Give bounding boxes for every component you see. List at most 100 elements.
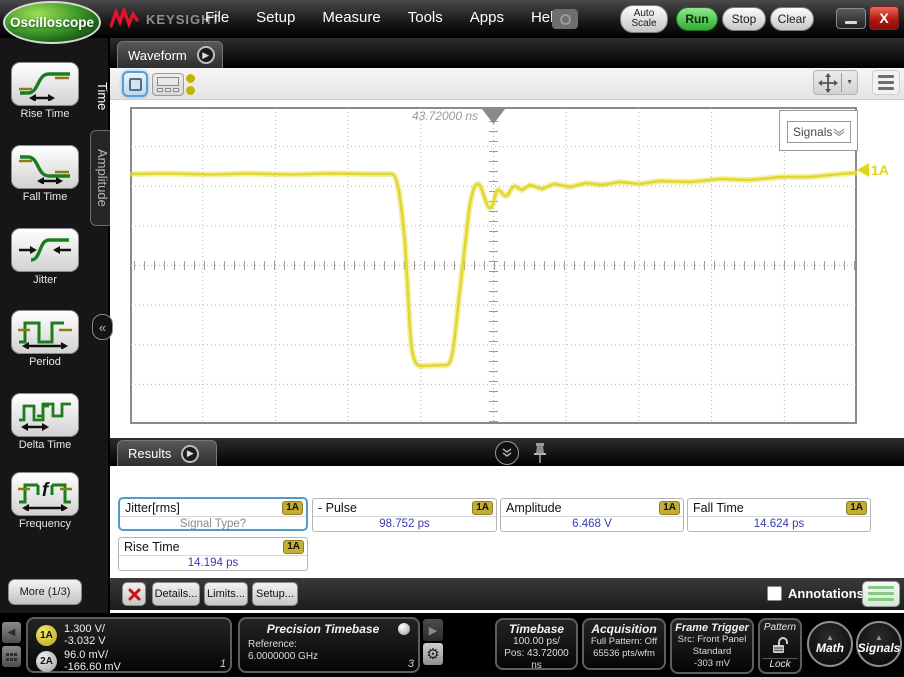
precision-timebase-title: Precision Timebase bbox=[248, 622, 398, 636]
measurement-value: 98.752 ps bbox=[313, 517, 496, 532]
menu-measure[interactable]: Measure bbox=[322, 9, 380, 26]
screenshot-camera-button[interactable] bbox=[552, 9, 578, 29]
menu-apps[interactable]: Apps bbox=[470, 9, 504, 26]
chevron-down-icon[interactable]: ▼ bbox=[842, 79, 857, 86]
chevron-left-icon: « bbox=[99, 320, 106, 335]
stop-button[interactable]: Stop bbox=[722, 7, 766, 31]
menubar: File Setup Measure Tools Apps Help bbox=[205, 9, 562, 26]
trigger-level: -303 mV bbox=[674, 658, 750, 670]
clear-button[interactable]: Clear bbox=[770, 7, 814, 31]
waveform-plot[interactable]: 43.72000 ns bbox=[130, 107, 857, 424]
single-view-icon bbox=[129, 78, 142, 91]
collapse-results-button[interactable] bbox=[495, 441, 519, 465]
result-card-rise-time[interactable]: Rise Time 1A 14.194 ps bbox=[118, 537, 308, 571]
signals-button[interactable]: ▲ Signals bbox=[856, 621, 902, 667]
fall-time-button[interactable] bbox=[11, 145, 79, 189]
channel-1a-marker[interactable]: 1A bbox=[857, 162, 889, 178]
signals-label: Signals bbox=[858, 641, 901, 655]
delete-measurement-button[interactable] bbox=[122, 582, 146, 606]
minimize-button[interactable] bbox=[836, 8, 866, 29]
statusbar-back-button[interactable]: ◀ bbox=[2, 622, 21, 643]
oscilloscope-app: KEYSIGHT File Setup Measure Tools Apps H… bbox=[0, 0, 904, 677]
run-button[interactable]: Run bbox=[676, 7, 718, 31]
svg-text:f: f bbox=[42, 480, 50, 501]
display-toggle-button[interactable] bbox=[862, 581, 900, 607]
result-card-pulse[interactable]: - Pulse 1A 98.752 ps bbox=[312, 498, 497, 532]
reference-label: Reference: bbox=[248, 639, 410, 651]
source-badge: 1A bbox=[659, 501, 680, 515]
period-label: Period bbox=[0, 356, 90, 368]
signals-dropdown[interactable]: Signals bbox=[787, 121, 851, 143]
result-card-jitter[interactable]: Jitter[rms] 1A Signal Type? bbox=[118, 497, 308, 531]
hamburger-menu-button[interactable] bbox=[872, 70, 900, 95]
play-icon[interactable]: ▶ bbox=[181, 445, 199, 463]
sidebar-tab-amplitude[interactable]: Amplitude bbox=[90, 130, 110, 226]
tab-waveform[interactable]: Waveform ▶ bbox=[117, 41, 223, 68]
pattern-lock-panel[interactable]: Pattern Lock bbox=[758, 618, 802, 674]
results-footer: Details... Limits... Setup... Annotation… bbox=[110, 578, 904, 610]
settings-gear-button[interactable]: ⚙ bbox=[423, 643, 443, 665]
status-led-icon bbox=[398, 623, 410, 635]
channels-panel[interactable]: 1A 1.300 V/ -3.032 V 2A 96.0 mV/ -166.60… bbox=[26, 617, 232, 673]
timebase-play-button[interactable]: ▶ bbox=[423, 619, 443, 641]
frame-trigger-panel[interactable]: Frame Trigger Src: Front Panel Standard … bbox=[670, 618, 754, 674]
collapse-sidebar-button[interactable]: « bbox=[92, 314, 113, 340]
play-icon: ▶ bbox=[429, 624, 437, 637]
acquisition-panel[interactable]: Acquisition Full Pattern: Off 65536 pts/… bbox=[582, 618, 666, 670]
menu-file[interactable]: File bbox=[205, 9, 229, 26]
triangle-left-icon bbox=[857, 163, 869, 177]
timebase-panel[interactable]: Timebase 100.00 ps/ Pos: 43.72000 ns bbox=[495, 618, 578, 670]
sidebar-tab-time[interactable]: Time bbox=[88, 58, 110, 134]
panel-page-number: 1 bbox=[220, 658, 226, 670]
tab-results[interactable]: Results ▶ bbox=[117, 440, 217, 466]
result-card-fall-time[interactable]: Fall Time 1A 14.624 ps bbox=[687, 498, 871, 532]
single-view-button[interactable] bbox=[122, 71, 148, 97]
trigger-position-label: 43.72000 ns bbox=[412, 109, 478, 123]
delta-time-label: Delta Time bbox=[0, 439, 90, 451]
close-button[interactable]: X bbox=[869, 6, 899, 30]
play-icon[interactable]: ▶ bbox=[197, 46, 215, 64]
source-badge: 1A bbox=[283, 540, 304, 554]
details-button[interactable]: Details... bbox=[152, 582, 200, 606]
rise-time-button[interactable] bbox=[11, 62, 79, 106]
measurement-name: Amplitude bbox=[506, 501, 562, 515]
annotations-label: Annotations bbox=[788, 586, 864, 601]
move-cross-icon bbox=[818, 73, 838, 93]
channel-2a-row[interactable]: 2A 96.0 mV/ -166.60 mV bbox=[36, 649, 222, 673]
measurement-name: Rise Time bbox=[124, 540, 180, 554]
oscilloscope-logo: Oscilloscope bbox=[3, 1, 101, 44]
limits-button[interactable]: Limits... bbox=[204, 582, 248, 606]
menu-setup[interactable]: Setup bbox=[256, 9, 295, 26]
jitter-button[interactable] bbox=[11, 228, 79, 272]
result-card-amplitude[interactable]: Amplitude 1A 6.468 V bbox=[500, 498, 684, 532]
fall-time-icon bbox=[17, 150, 73, 184]
auto-scale-button[interactable]: Auto Scale bbox=[620, 5, 668, 33]
precision-timebase-panel[interactable]: Precision Timebase Reference: 6.0000000 … bbox=[238, 617, 420, 673]
more-measurements-button[interactable]: More (1/3) bbox=[8, 579, 82, 605]
trigger-source: Src: Front Panel bbox=[674, 634, 750, 646]
rise-time-label: Rise Time bbox=[0, 108, 90, 120]
fall-time-label: Fall Time bbox=[0, 191, 90, 203]
frequency-button[interactable]: f bbox=[11, 472, 79, 516]
math-button[interactable]: ▲ Math bbox=[807, 621, 853, 667]
pin-icon[interactable] bbox=[533, 442, 547, 464]
channel-1a-row[interactable]: 1A 1.300 V/ -3.032 V bbox=[36, 623, 222, 647]
measurement-value: Signal Type? bbox=[120, 517, 306, 532]
multi-view-button[interactable] bbox=[152, 73, 184, 96]
annotations-checkbox[interactable] bbox=[767, 586, 782, 601]
period-button[interactable] bbox=[11, 310, 79, 354]
results-tab-label: Results bbox=[128, 446, 171, 461]
setup-button[interactable]: Setup... bbox=[252, 582, 298, 606]
delta-time-button[interactable] bbox=[11, 393, 79, 437]
brand: KEYSIGHT bbox=[110, 8, 220, 30]
frequency-label: Frequency bbox=[0, 518, 90, 530]
panel-page-number: 3 bbox=[408, 658, 414, 670]
double-chevron-down-icon bbox=[501, 448, 513, 458]
timebase-scale: 100.00 ps/ bbox=[500, 636, 573, 648]
pan-zoom-button[interactable]: ▼ bbox=[813, 70, 858, 95]
dots-grid-icon bbox=[6, 653, 17, 661]
menu-tools[interactable]: Tools bbox=[408, 9, 443, 26]
keysight-spark-icon bbox=[110, 8, 140, 30]
statusbar-grid-button[interactable] bbox=[2, 646, 21, 667]
rise-time-icon bbox=[17, 67, 73, 101]
